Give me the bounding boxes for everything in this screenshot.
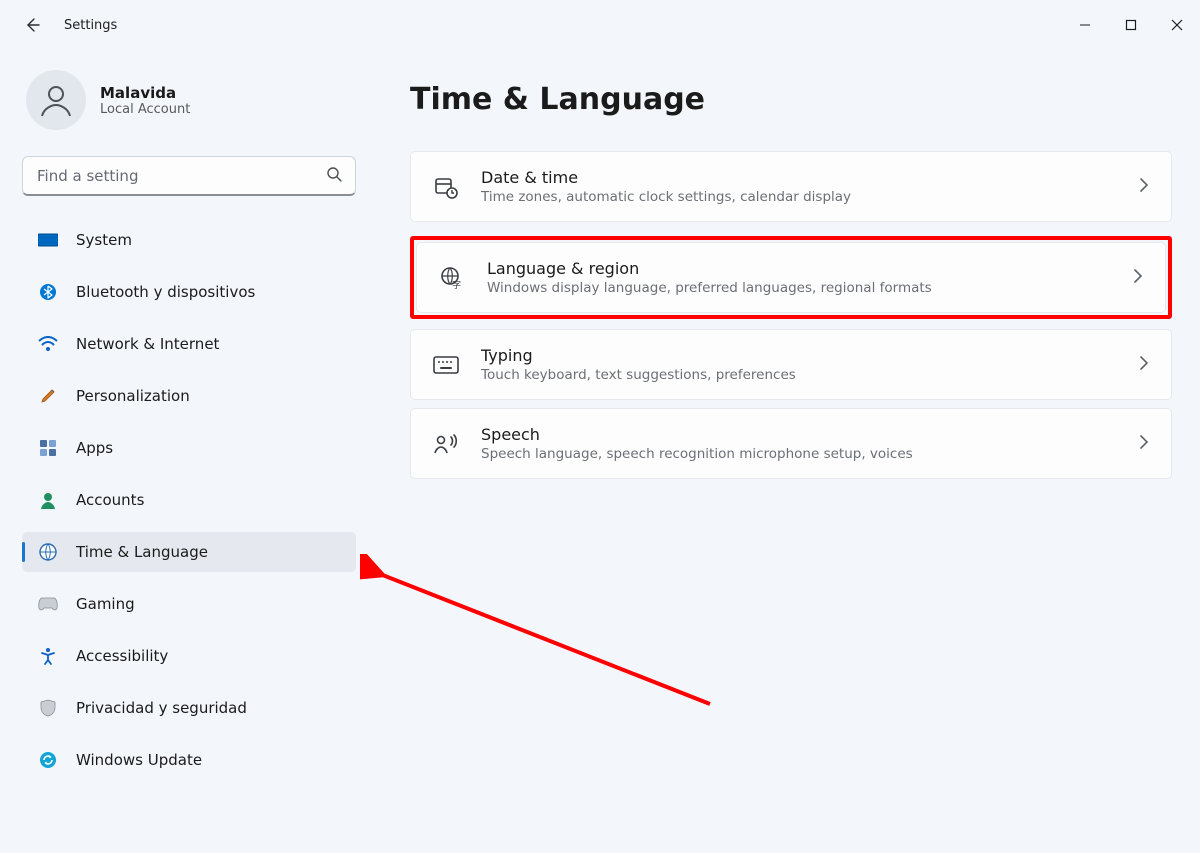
sidebar-item-label: System (76, 231, 132, 249)
sidebar-item-label: Apps (76, 439, 113, 457)
annotation-highlight: 字 Language & region Windows display lang… (410, 236, 1172, 319)
apps-icon (38, 438, 58, 458)
calendar-clock-icon (433, 174, 459, 200)
sidebar-item-personalization[interactable]: Personalization (22, 376, 356, 416)
titlebar: Settings (0, 0, 1200, 50)
page-title: Time & Language (410, 82, 1172, 117)
maximize-button[interactable] (1108, 5, 1154, 45)
paintbrush-icon (38, 386, 58, 406)
sidebar-item-bluetooth[interactable]: Bluetooth y dispositivos (22, 272, 356, 312)
card-desc: Touch keyboard, text suggestions, prefer… (481, 367, 796, 383)
keyboard-icon (433, 352, 459, 378)
sidebar-item-time-language[interactable]: Time & Language (22, 532, 356, 572)
sidebar-item-label: Accounts (76, 491, 144, 509)
sidebar-item-label: Windows Update (76, 751, 202, 769)
wifi-icon (38, 334, 58, 354)
card-date-time[interactable]: Date & time Time zones, automatic clock … (410, 151, 1172, 222)
sidebar-item-label: Network & Internet (76, 335, 219, 353)
sidebar-item-update[interactable]: Windows Update (22, 740, 356, 780)
sidebar-item-label: Gaming (76, 595, 135, 613)
sidebar-item-network[interactable]: Network & Internet (22, 324, 356, 364)
chevron-right-icon (1139, 355, 1149, 374)
search-input[interactable] (22, 156, 356, 196)
card-desc: Windows display language, preferred lang… (487, 280, 932, 296)
sidebar-item-gaming[interactable]: Gaming (22, 584, 356, 624)
account-type: Local Account (100, 102, 190, 117)
card-title: Speech (481, 425, 913, 444)
sidebar-item-label: Privacidad y seguridad (76, 699, 247, 717)
sidebar-item-privacy[interactable]: Privacidad y seguridad (22, 688, 356, 728)
username: Malavida (100, 84, 190, 102)
sidebar-item-label: Accessibility (76, 647, 168, 665)
accessibility-icon (38, 646, 58, 666)
user-icon (36, 80, 76, 120)
window-controls (1062, 5, 1200, 45)
globe-clock-icon (38, 542, 58, 562)
sidebar-nav: System Bluetooth y dispositivos Network … (22, 220, 356, 790)
avatar (26, 70, 86, 130)
shield-icon (38, 698, 58, 718)
card-typing[interactable]: Typing Touch keyboard, text suggestions,… (410, 329, 1172, 400)
svg-text:字: 字 (452, 279, 461, 290)
sidebar-item-label: Personalization (76, 387, 190, 405)
speech-icon (433, 431, 459, 457)
search-icon (326, 166, 342, 186)
chevron-right-icon (1139, 434, 1149, 453)
user-info: Malavida Local Account (100, 84, 190, 117)
search-wrap (22, 156, 356, 196)
card-language-region[interactable]: 字 Language & region Windows display lang… (416, 242, 1166, 313)
gaming-icon (38, 594, 58, 614)
main-panel: Time & Language Date & time Time zones, … (370, 50, 1200, 853)
card-speech[interactable]: Speech Speech language, speech recogniti… (410, 408, 1172, 479)
app-title: Settings (64, 18, 117, 33)
back-arrow-icon (24, 17, 40, 33)
card-title: Language & region (487, 259, 932, 278)
back-button[interactable] (22, 15, 42, 35)
card-text: Typing Touch keyboard, text suggestions,… (481, 346, 796, 383)
card-desc: Speech language, speech recognition micr… (481, 446, 913, 462)
sidebar-item-label: Time & Language (76, 543, 208, 561)
sidebar-item-apps[interactable]: Apps (22, 428, 356, 468)
card-text: Speech Speech language, speech recogniti… (481, 425, 913, 462)
card-text: Language & region Windows display langua… (487, 259, 932, 296)
user-block[interactable]: Malavida Local Account (22, 70, 356, 130)
card-text: Date & time Time zones, automatic clock … (481, 168, 851, 205)
sidebar-item-system[interactable]: System (22, 220, 356, 260)
accounts-icon (38, 490, 58, 510)
close-icon (1171, 19, 1183, 31)
maximize-icon (1125, 19, 1137, 31)
sidebar-item-accessibility[interactable]: Accessibility (22, 636, 356, 676)
system-icon (38, 230, 58, 250)
chevron-right-icon (1139, 177, 1149, 196)
minimize-icon (1079, 19, 1091, 31)
minimize-button[interactable] (1062, 5, 1108, 45)
card-title: Typing (481, 346, 796, 365)
sidebar: Malavida Local Account System Bluetooth … (0, 50, 370, 853)
sidebar-item-label: Bluetooth y dispositivos (76, 283, 255, 301)
card-desc: Time zones, automatic clock settings, ca… (481, 189, 851, 205)
close-button[interactable] (1154, 5, 1200, 45)
bluetooth-icon (38, 282, 58, 302)
settings-cards: Date & time Time zones, automatic clock … (410, 151, 1172, 483)
update-icon (38, 750, 58, 770)
sidebar-item-accounts[interactable]: Accounts (22, 480, 356, 520)
card-title: Date & time (481, 168, 851, 187)
chevron-right-icon (1133, 268, 1143, 287)
language-globe-icon: 字 (439, 265, 465, 291)
